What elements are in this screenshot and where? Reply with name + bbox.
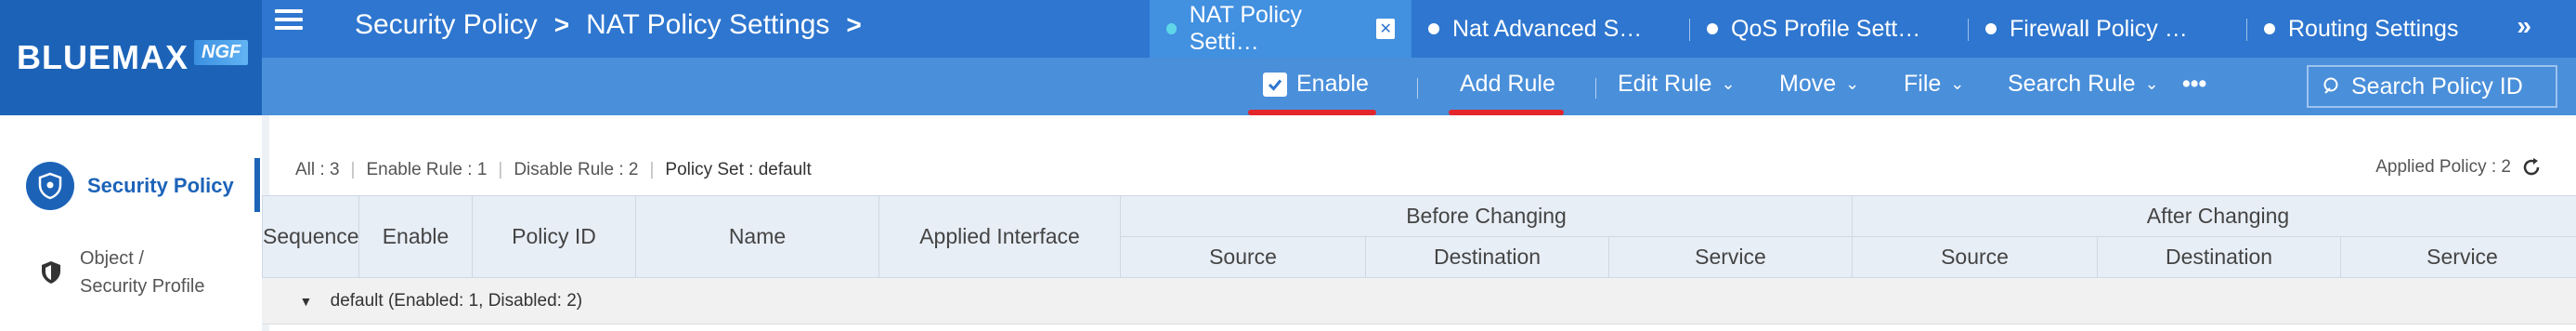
column-header-policy-id[interactable]: Policy ID	[472, 195, 636, 278]
applied-policy-count: Applied Policy : 2	[2375, 157, 2511, 177]
chevron-down-icon: ⌄	[2144, 74, 2159, 93]
nat-policy-table: Sequence Enable Policy ID Name Applied I…	[262, 195, 2576, 324]
add-rule-button[interactable]: Add Rule	[1460, 71, 1555, 98]
tab-status-dot-icon	[1428, 23, 1439, 34]
file-button[interactable]: File ⌄	[1904, 71, 1964, 98]
tab-status-dot-icon	[2264, 23, 2275, 34]
group-row-cell: ▼ default (Enabled: 1, Disabled: 2)	[262, 277, 2576, 324]
column-group-after-changing: After Changing	[1851, 195, 2576, 237]
tab-firewall-policy[interactable]: Firewall Policy …	[1969, 0, 2247, 58]
tab-qos-profile-settings[interactable]: QoS Profile Sett…	[1690, 0, 1969, 58]
move-label: Move	[1779, 71, 1837, 97]
brand-suffix: NGF	[194, 39, 249, 65]
menu-icon[interactable]	[275, 9, 303, 32]
close-icon[interactable]: ✕	[1376, 19, 1395, 39]
enable-checkbox[interactable]	[1263, 72, 1287, 97]
shield-half-icon	[37, 258, 65, 286]
group-row-label: default (Enabled: 1, Disabled: 2)	[330, 290, 583, 311]
chevron-down-icon: ⌄	[1721, 74, 1736, 93]
file-label: File	[1904, 71, 1942, 97]
sidebar-item-security-policy[interactable]: Security Policy	[0, 156, 262, 216]
caret-down-icon[interactable]: ▼	[300, 294, 313, 309]
summary-policy-set: Policy Set : default	[665, 160, 812, 179]
column-group-before-changing: Before Changing	[1120, 195, 1853, 237]
breadcrumb-separator: >	[553, 10, 570, 39]
column-header-before-source[interactable]: Source	[1120, 236, 1366, 278]
applied-policy: Applied Policy : 2	[2375, 156, 2543, 179]
search-rule-button[interactable]: Search Rule ⌄	[2008, 71, 2159, 98]
enable-button[interactable]: Enable	[1263, 71, 1369, 98]
brand-logo[interactable]: BLUEMAX NGF	[0, 0, 262, 115]
column-header-after-destination[interactable]: Destination	[2097, 236, 2341, 278]
tab-label: Routing Settings	[2288, 15, 2459, 42]
tab-status-dot-icon	[1166, 23, 1177, 34]
column-header-after-source[interactable]: Source	[1852, 236, 2098, 278]
refresh-icon[interactable]	[2520, 156, 2543, 179]
breadcrumb-section[interactable]: Security Policy	[355, 9, 538, 41]
annotation-underline-add-rule	[1449, 110, 1564, 115]
breadcrumb-separator: >	[846, 10, 862, 39]
edit-rule-button[interactable]: Edit Rule ⌄	[1618, 71, 1736, 98]
column-header-name[interactable]: Name	[635, 195, 879, 278]
breadcrumb-page[interactable]: NAT Policy Settings	[586, 9, 829, 41]
tab-status-dot-icon	[1707, 23, 1718, 34]
chevron-down-icon: ⌄	[1950, 74, 1965, 93]
column-header-before-destination[interactable]: Destination	[1365, 236, 1609, 278]
more-tabs-icon[interactable]: »	[2517, 11, 2531, 41]
tab-nat-advanced-settings[interactable]: Nat Advanced S…	[1412, 0, 1690, 58]
column-header-applied-interface[interactable]: Applied Interface	[878, 195, 1121, 278]
sidebar-item-label: Security Policy	[87, 174, 234, 197]
more-icon: •••	[2182, 71, 2207, 97]
tab-label: Firewall Policy …	[2010, 15, 2188, 42]
annotation-underline-enable	[1248, 110, 1376, 115]
more-actions-button[interactable]: •••	[2182, 71, 2206, 98]
sidebar-active-indicator	[254, 158, 260, 212]
summary-all: All : 3	[295, 160, 340, 179]
chevron-down-icon: ⌄	[1845, 74, 1860, 93]
check-icon	[1268, 79, 1282, 91]
column-header-enable[interactable]: Enable	[358, 195, 473, 278]
tab-status-dot-icon	[1985, 23, 1997, 34]
toolbar: Enable Add Rule Edit Rule ⌄ Move ⌄ File …	[262, 58, 2576, 115]
summary-disable-rule: Disable Rule : 2	[514, 160, 639, 179]
tab-label: QoS Profile Sett…	[1731, 15, 1921, 42]
sidebar-item-label: Object / Security Profile	[80, 248, 205, 297]
tab-bar: NAT Policy Setti… ✕ Nat Advanced S… QoS …	[1150, 0, 2517, 58]
edit-rule-label: Edit Rule	[1618, 71, 1712, 97]
column-header-before-service[interactable]: Service	[1608, 236, 1853, 278]
column-header-sequence[interactable]: Sequence	[262, 195, 359, 278]
search-icon	[2323, 77, 2338, 94]
policy-summary: All : 3 | Enable Rule : 1 | Disable Rule…	[295, 160, 812, 179]
sidebar-item-object-security-profile[interactable]: Object / Security Profile	[0, 244, 262, 301]
search-rule-label: Search Rule	[2008, 71, 2136, 97]
shield-icon	[26, 162, 74, 210]
add-rule-label: Add Rule	[1460, 71, 1555, 97]
enable-label: Enable	[1296, 71, 1369, 97]
search-policy-id-placeholder: Search Policy ID	[2351, 73, 2523, 99]
column-header-after-service[interactable]: Service	[2339, 236, 2576, 278]
tab-routing-settings[interactable]: Routing Settings	[2247, 0, 2517, 58]
search-policy-id-input[interactable]: Search Policy ID	[2307, 65, 2557, 108]
top-nav: Security Policy > NAT Policy Settings > …	[262, 0, 2576, 58]
tab-label: NAT Policy Setti…	[1189, 2, 1303, 55]
breadcrumb: Security Policy > NAT Policy Settings >	[355, 9, 862, 41]
summary-enable-rule: Enable Rule : 1	[366, 160, 488, 179]
move-button[interactable]: Move ⌄	[1779, 71, 1859, 98]
tab-label: Nat Advanced S…	[1452, 15, 1643, 42]
brand-name: BLUEMAX	[17, 38, 189, 76]
table-group-row[interactable]: ▼ default (Enabled: 1, Disabled: 2)	[262, 277, 2576, 324]
tab-nat-policy-settings[interactable]: NAT Policy Setti… ✕	[1150, 0, 1412, 58]
